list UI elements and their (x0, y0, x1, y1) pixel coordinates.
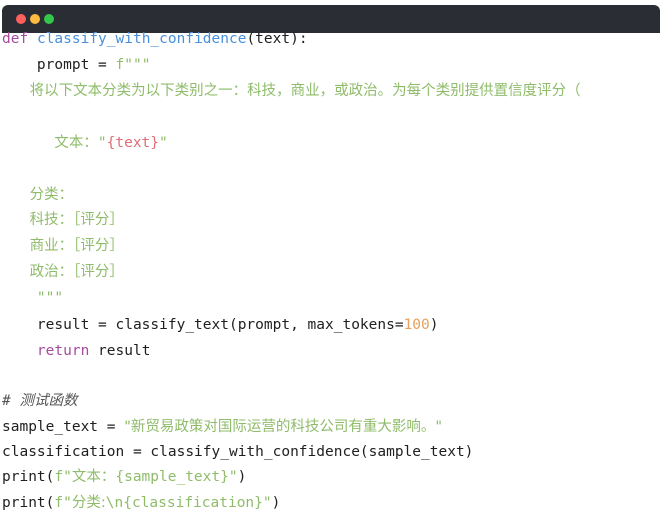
prompt-tech-score: 科技：［评分］ (2, 212, 124, 228)
minimize-window-icon[interactable] (30, 14, 40, 24)
code-line-5: 文本："{text}" (2, 133, 168, 153)
print-text-label: 文本： (71, 469, 116, 485)
quote-open: " (63, 469, 72, 485)
fstring-open: f""" (115, 57, 151, 73)
result-assign: result = classify_text(prompt, max_token… (36, 317, 404, 333)
paren-close: ) (429, 317, 439, 333)
function-name: classify_with_confidence (36, 31, 247, 47)
sample-text-string: "新贸易政策对国际运营的科技公司有重大影响。" (124, 419, 443, 435)
prompt-text-label: 文本： (54, 135, 98, 151)
newline-escape: \n (105, 495, 124, 511)
classification-assign: classification = classify_with_confidenc… (2, 444, 474, 460)
code-line-19: print(f"分类:\n{classification}") (2, 493, 280, 513)
quote-open: " (63, 495, 72, 511)
quote-close: " (262, 495, 272, 511)
classification-placeholder: {classification} (123, 495, 263, 511)
code-window: def classify_with_confidence(text): prom… (0, 0, 670, 513)
fstring-close: """ (2, 290, 64, 306)
code-line-9: 商业：［评分］ (2, 236, 124, 256)
prompt-instruction: 将以下文本分类为以下类别之一：科技，商业，或政治。为每个类别提供置信度评分（ (2, 83, 581, 99)
close-window-icon[interactable] (16, 14, 26, 24)
prompt-assign: prompt = (36, 57, 116, 73)
print-call: print( (2, 495, 55, 511)
code-line-8: 科技：［评分］ (2, 210, 124, 230)
return-value: result (89, 343, 151, 359)
code-line-7: 分类： (2, 185, 74, 205)
sample-text-assign: sample_text = (2, 419, 125, 435)
quote-open: " (97, 135, 107, 151)
code-line-17: classification = classify_with_confidenc… (2, 442, 473, 462)
paren-close: ) (271, 495, 281, 511)
paren-close: ) (237, 469, 247, 485)
keyword-return: return (36, 343, 90, 359)
code-line-10: 政治：［评分］ (2, 262, 124, 282)
maximize-window-icon[interactable] (44, 14, 54, 24)
fstring-prefix: f (54, 495, 64, 511)
code-line-16: sample_text = "新贸易政策对国际运营的科技公司有重大影响。" (2, 417, 442, 437)
sample-text-placeholder: {sample_text} (115, 469, 229, 485)
keyword-def: def (2, 31, 29, 47)
text-placeholder: {text} (106, 135, 160, 151)
code-line-18: print(f"文本：{sample_text}") (2, 467, 246, 487)
prompt-politics-score: 政治：［评分］ (2, 264, 124, 280)
print-call: print( (2, 469, 55, 485)
code-line-12: result = classify_text(prompt, max_token… (2, 315, 439, 335)
max-tokens-value: 100 (403, 317, 430, 333)
quote-close: " (159, 135, 168, 151)
quote-close: " (228, 469, 238, 485)
code-line-1: def classify_with_confidence(text): (2, 29, 308, 49)
code-line-11: """ (2, 288, 63, 308)
code-line-2: prompt = f""" (2, 55, 151, 75)
comment-test-function: 测试函数 (19, 393, 78, 409)
prompt-classification-label: 分类： (2, 187, 74, 203)
fstring-prefix: f (54, 469, 64, 485)
comment-hash: # (2, 393, 20, 409)
print-classification-label: 分类: (71, 495, 106, 511)
function-params: (text): (246, 31, 308, 47)
code-line-13: return result (2, 341, 151, 361)
code-line-3: 将以下文本分类为以下类别之一：科技，商业，或政治。为每个类别提供置信度评分（ (2, 81, 581, 101)
code-line-15: # 测试函数 (2, 391, 77, 411)
prompt-business-score: 商业：［评分］ (2, 238, 124, 254)
code-editor[interactable]: def classify_with_confidence(text): prom… (2, 27, 670, 513)
